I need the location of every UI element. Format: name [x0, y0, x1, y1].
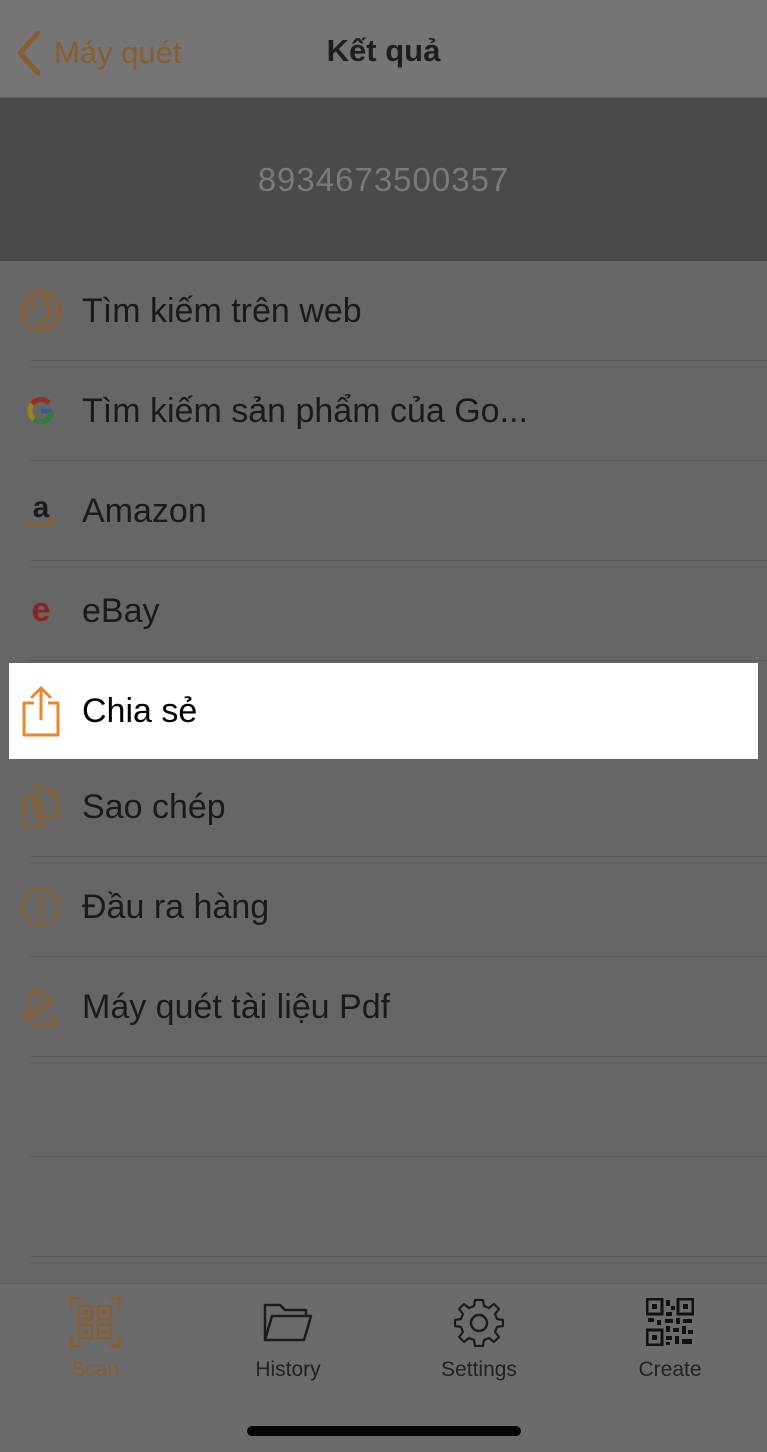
action-pdf-document-scanner[interactable]: Máy quét tài liệu Pdf: [0, 957, 767, 1057]
globe-icon: [18, 288, 64, 334]
empty-list-row: [0, 1057, 767, 1157]
action-copy[interactable]: Sao chép: [0, 757, 767, 857]
empty-list-row: [0, 1157, 767, 1257]
action-label: Amazon: [82, 491, 207, 530]
action-label: Chia sẻ: [82, 691, 198, 730]
action-list: Tìm kiếm trên web Tìm kiếm sản phẩm của …: [0, 261, 767, 1257]
action-ebay[interactable]: e eBay: [0, 561, 767, 661]
tab-label: Scan: [71, 1358, 119, 1381]
info-icon: [18, 884, 64, 930]
action-label: Đầu ra hàng: [82, 887, 270, 926]
action-amazon[interactable]: a Amazon: [0, 461, 767, 561]
tab-history[interactable]: History: [218, 1296, 358, 1386]
svg-text:a: a: [33, 491, 50, 524]
qr-scan-icon: [69, 1296, 121, 1348]
action-search-web[interactable]: Tìm kiếm trên web: [0, 261, 767, 361]
google-icon: [18, 388, 64, 434]
tab-label: Create: [638, 1358, 702, 1381]
action-product-output[interactable]: Đầu ra hàng: [0, 857, 767, 957]
tab-label: Settings: [441, 1358, 517, 1381]
navigation-bar: Máy quét Kết quả: [0, 0, 767, 98]
gear-icon: [453, 1296, 505, 1348]
action-share[interactable]: Chia sẻ: [9, 663, 758, 759]
amazon-icon: a: [18, 488, 64, 534]
folder-icon: [262, 1296, 314, 1348]
home-indicator: [247, 1426, 521, 1436]
action-label: Sao chép: [82, 787, 226, 826]
action-search-google-products[interactable]: Tìm kiếm sản phẩm của Go...: [0, 361, 767, 461]
qr-code-icon: [644, 1296, 696, 1348]
svg-text:e: e: [32, 593, 51, 629]
share-icon: [18, 686, 64, 737]
tab-label: History: [255, 1358, 321, 1381]
tab-settings[interactable]: Settings: [409, 1296, 549, 1386]
page-title: Kết quả: [326, 33, 441, 68]
copy-icon: [18, 784, 64, 830]
scanned-code: 8934673500357: [257, 160, 510, 198]
scan-result-banner: 8934673500357: [0, 98, 767, 261]
action-label: Tìm kiếm sản phẩm của Go...: [82, 391, 528, 430]
action-label: Máy quét tài liệu Pdf: [82, 987, 391, 1026]
tab-scan[interactable]: Scan: [25, 1296, 165, 1386]
tab-create[interactable]: Create: [600, 1296, 740, 1386]
action-label: eBay: [82, 591, 160, 630]
action-label: Tìm kiếm trên web: [82, 291, 362, 330]
ebay-icon: e: [18, 588, 64, 634]
document-scanner-icon: [18, 984, 64, 1030]
